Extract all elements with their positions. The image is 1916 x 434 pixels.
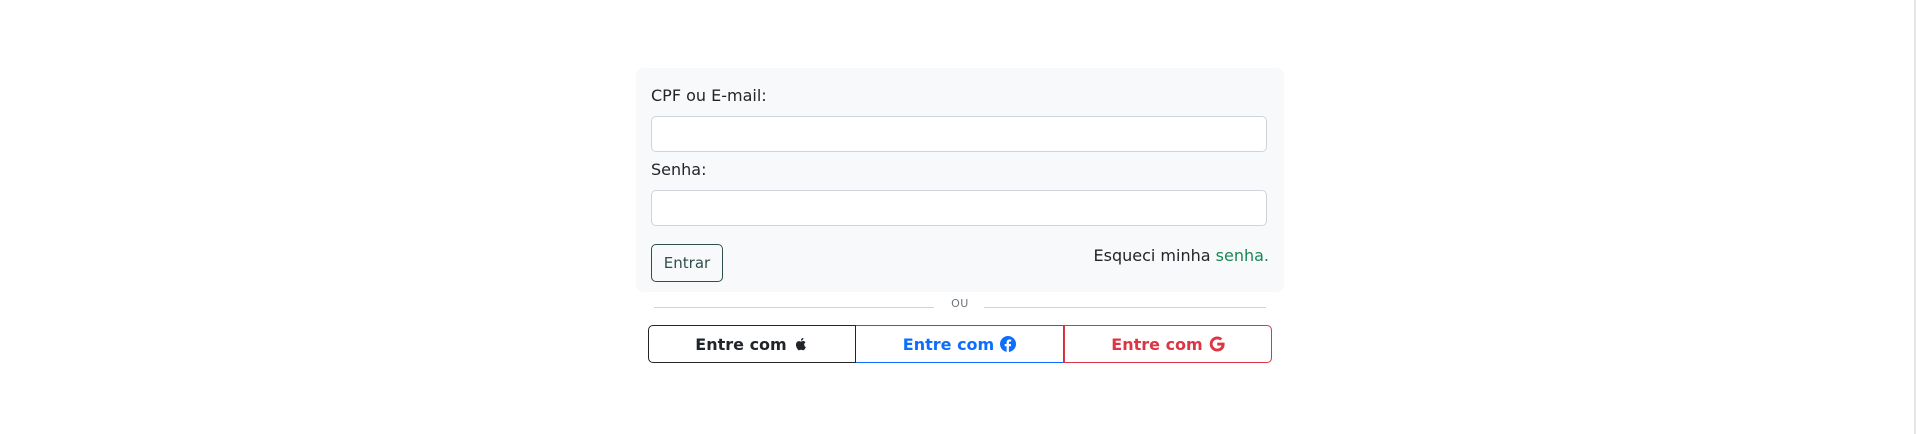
login-button[interactable]: Entrar [651, 244, 723, 282]
facebook-login-label: Entre com [902, 334, 995, 354]
forgot-password-link[interactable]: senha. [1216, 246, 1269, 265]
email-label: CPF ou E-mail: [651, 86, 767, 105]
apple-icon [793, 336, 809, 352]
email-field[interactable] [651, 116, 1267, 152]
divider-line-right [984, 307, 1266, 308]
google-login-button[interactable]: Entre com [1064, 325, 1272, 363]
password-label: Senha: [651, 160, 707, 179]
social-login-group: Entre com Entre com Entre com [648, 325, 1272, 363]
divider-text: OU [951, 297, 969, 310]
facebook-login-button[interactable]: Entre com [856, 325, 1064, 363]
password-field[interactable] [651, 190, 1267, 226]
or-divider: OU [654, 296, 1266, 314]
apple-login-button[interactable]: Entre com [648, 325, 856, 363]
apple-login-label: Entre com [695, 334, 787, 354]
forgot-password-text: Esqueci minha [1093, 246, 1211, 265]
login-card: CPF ou E-mail: Senha: Entrar Esqueci min… [636, 68, 1284, 292]
forgot-password: Esqueci minha senha. [1094, 246, 1269, 266]
facebook-icon [1000, 336, 1017, 352]
google-login-label: Entre com [1111, 334, 1203, 354]
google-icon [1209, 336, 1225, 352]
